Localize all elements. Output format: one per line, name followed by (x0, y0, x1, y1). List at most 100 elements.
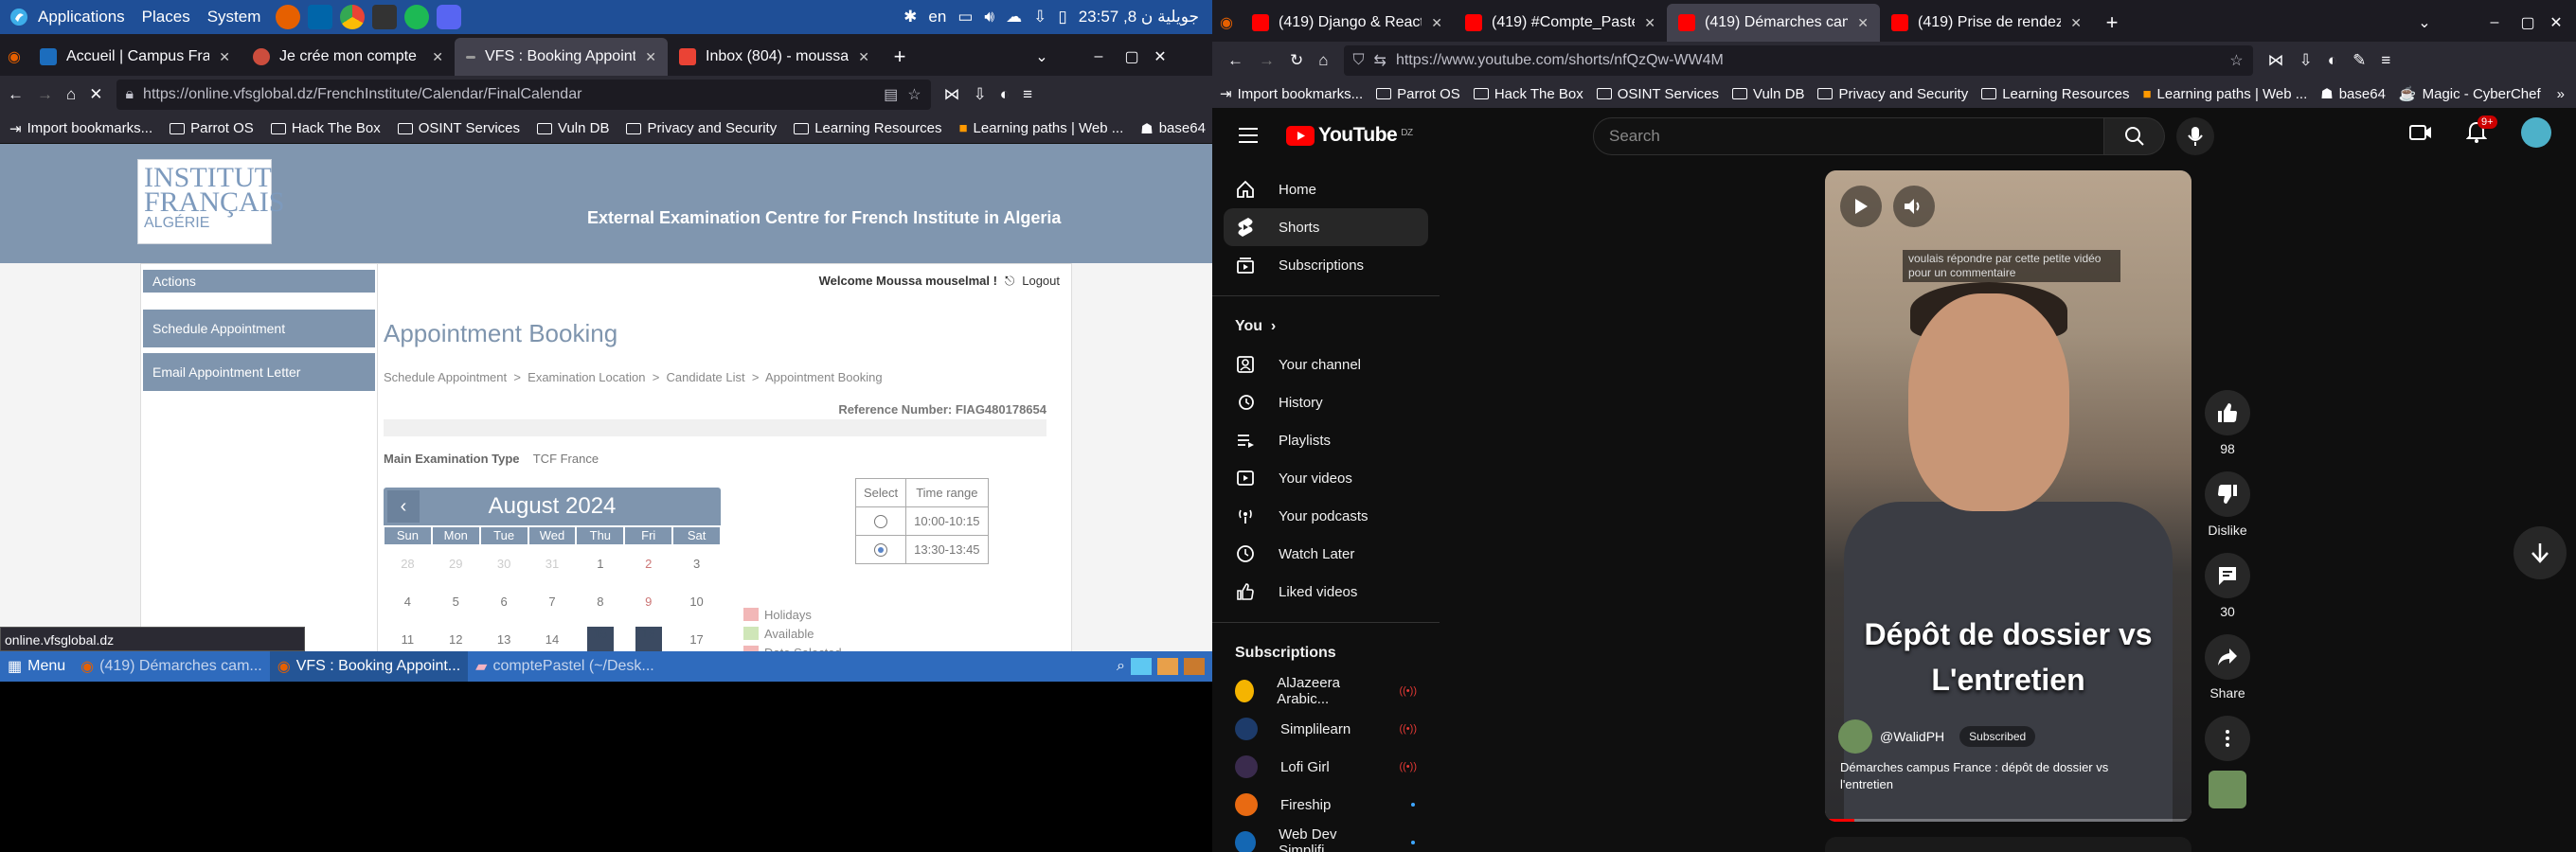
display-icon[interactable]: ▭ (957, 8, 973, 27)
calendar-day[interactable]: 6 (480, 582, 528, 620)
calendar-day[interactable]: 9 (624, 582, 672, 620)
bookmark-learning-resources[interactable]: Learning Resources (1981, 86, 2129, 102)
menu-icon[interactable]: ≡ (2381, 51, 2390, 70)
logout-icon[interactable]: ⎋ (1005, 274, 1014, 289)
updates-icon[interactable]: ⇩ (1033, 8, 1046, 27)
progress-bar[interactable] (1825, 819, 2191, 822)
audio-thumbnail[interactable] (2209, 771, 2246, 808)
bookmark-base64[interactable]: ☗ base64 (2320, 85, 2386, 103)
bookmark-privacy[interactable]: Privacy and Security (626, 120, 777, 136)
downloads-icon[interactable]: ⇩ (2299, 51, 2313, 70)
subscription-item[interactable]: Lofi Girl ((•)) (1224, 748, 1428, 786)
calendar-day[interactable]: 1 (576, 544, 624, 582)
tab-demarches-campus[interactable]: (419) Démarches campu ✕ (1667, 4, 1880, 42)
subscription-item[interactable]: Fireship (1224, 786, 1428, 824)
spotify-launcher-icon[interactable] (404, 5, 430, 29)
search-input[interactable]: Search (1593, 117, 2104, 155)
video-description[interactable]: Démarches campus France : dépôt de dossi… (1840, 759, 2153, 793)
maximize-icon[interactable]: ▢ (2513, 4, 2542, 42)
new-tab-button[interactable]: + (881, 38, 919, 76)
home-icon[interactable]: ⌂ (1318, 51, 1328, 70)
calendar-day[interactable]: 8 (576, 582, 624, 620)
close-window-icon[interactable]: ✕ (2542, 4, 2570, 42)
like-button[interactable] (2205, 390, 2250, 435)
bookmark-learning-resources[interactable]: Learning Resources (794, 120, 941, 136)
subscription-item[interactable]: AlJazeera Arabic... ((•)) (1224, 672, 1428, 710)
taskbar-item-file-manager[interactable]: ▰ comptePastel (~/Desk... (468, 651, 662, 682)
share-button[interactable] (2205, 634, 2250, 680)
calendar-day[interactable]: 14 (528, 620, 577, 651)
prev-month-button[interactable]: ‹ (387, 490, 420, 523)
bluetooth-icon[interactable]: ✱ (903, 8, 917, 27)
tab-django-react[interactable]: (419) Django & React We ✕ (1241, 4, 1454, 42)
bookmark-hack-the-box[interactable]: Hack The Box (1473, 86, 1583, 102)
calendar-day[interactable]: 31 (528, 544, 577, 582)
bookmark-import[interactable]: ⇥ Import bookmarks... (9, 120, 152, 137)
puzzle-icon[interactable]: ✎ (2352, 51, 2366, 70)
shield-icon[interactable]: ⛉ (1353, 52, 1365, 69)
create-video-icon[interactable] (2409, 124, 2432, 141)
subscribed-button[interactable]: Subscribed (1959, 726, 2036, 747)
parrot-logo-icon[interactable] (9, 8, 28, 27)
bookmark-learning-paths[interactable]: ■ Learning paths | Web ... (2142, 86, 2307, 102)
sidebar-item-your-podcasts[interactable]: Your podcasts (1224, 497, 1428, 535)
volume-icon[interactable]: 🔊︎ (984, 8, 994, 27)
vscode-launcher-icon[interactable] (308, 5, 333, 29)
close-tab-icon[interactable]: ✕ (219, 49, 230, 65)
shorts-player[interactable]: voulais répondre par cette petite vidéo … (1825, 170, 2191, 822)
firefox-view-icon[interactable]: ◉ (0, 38, 28, 76)
new-tab-button[interactable]: + (2093, 4, 2131, 42)
bookmark-parrot-os[interactable]: Parrot OS (170, 120, 254, 136)
bookmark-vuln-db[interactable]: Vuln DB (1732, 86, 1804, 102)
calendar-day[interactable]: 17 (672, 620, 721, 651)
youtube-logo[interactable]: YouTube DZ (1286, 124, 1413, 147)
tab-compte-pastel[interactable]: (419) #Compte_Pastel co ✕ (1454, 4, 1667, 42)
tab-campus-france[interactable]: Accueil | Campus France ✕ (28, 38, 242, 76)
bookmark-hack-the-box[interactable]: Hack The Box (270, 120, 381, 136)
close-tab-icon[interactable]: ✕ (432, 49, 443, 65)
calendar-day[interactable]: 13 (480, 620, 528, 651)
channel-avatar[interactable] (1838, 719, 1872, 754)
calendar-day[interactable]: 16 (624, 620, 672, 651)
minimize-icon[interactable]: – (1080, 38, 1118, 76)
more-bookmarks-icon[interactable]: » (2557, 86, 2565, 102)
terminal-launcher-icon[interactable] (372, 5, 398, 29)
tab-prise-de-rendez-vous[interactable]: (419) Prise de rendez-vou ✕ (1880, 4, 2093, 42)
more-options-button[interactable] (2205, 716, 2250, 761)
calendar-day[interactable]: 28 (384, 544, 432, 582)
notifications-icon[interactable]: 9+ (2466, 115, 2497, 144)
close-window-icon[interactable]: ✕ (1146, 38, 1174, 76)
breadcrumb-item[interactable]: Schedule Appointment (384, 370, 507, 384)
calendar-day[interactable]: 29 (432, 544, 480, 582)
home-icon[interactable]: ⌂ (66, 85, 76, 104)
calendar-day[interactable]: 11 (384, 620, 432, 651)
bookmark-osint[interactable]: OSINT Services (397, 120, 520, 136)
tab-je-cree-mon-compte[interactable]: Je crée mon compte ✕ (242, 38, 455, 76)
workspace-2[interactable] (1157, 658, 1178, 675)
logout-link[interactable]: Logout (1022, 274, 1060, 289)
calendar-day[interactable]: 7 (528, 582, 577, 620)
network-icon[interactable]: ☁ (1006, 8, 1022, 27)
calendar-day[interactable]: 12 (432, 620, 480, 651)
sidebar-item-shorts[interactable]: Shorts (1224, 208, 1428, 246)
account-icon[interactable]: ◐ (1000, 85, 1010, 104)
comments-button[interactable] (2205, 553, 2250, 598)
sidebar-item-home[interactable]: Home (1224, 170, 1428, 208)
permissions-icon[interactable]: ⇆ (1374, 51, 1386, 70)
reader-view-icon[interactable]: ▤ (884, 85, 898, 104)
bookmark-import[interactable]: ⇥ Import bookmarks... (1220, 85, 1363, 103)
sidebar-item-watch-later[interactable]: Watch Later (1224, 535, 1428, 573)
menu-places[interactable]: Places (142, 8, 190, 27)
time-slot-row[interactable]: 10:00-10:15 (854, 506, 989, 536)
bookmark-base64[interactable]: ☗ base64 (1140, 120, 1206, 137)
downloads-icon[interactable]: ⇩ (974, 85, 987, 104)
subscription-item[interactable]: Web Dev Simplifi... (1224, 824, 1428, 852)
subscription-item[interactable]: Simplilearn ((•)) (1224, 710, 1428, 748)
back-icon[interactable]: ← (1227, 51, 1243, 70)
maximize-icon[interactable]: ▢ (1118, 38, 1146, 76)
calendar-day[interactable]: 3 (672, 544, 721, 582)
sidebar-item-subscriptions[interactable]: Subscriptions (1224, 246, 1428, 284)
clock[interactable]: 23:57 ,8 جويلية ن (1079, 8, 1199, 27)
time-slot-row[interactable]: 13:30-13:45 (854, 535, 989, 564)
list-tabs-icon[interactable]: ⌄ (2406, 4, 2443, 42)
